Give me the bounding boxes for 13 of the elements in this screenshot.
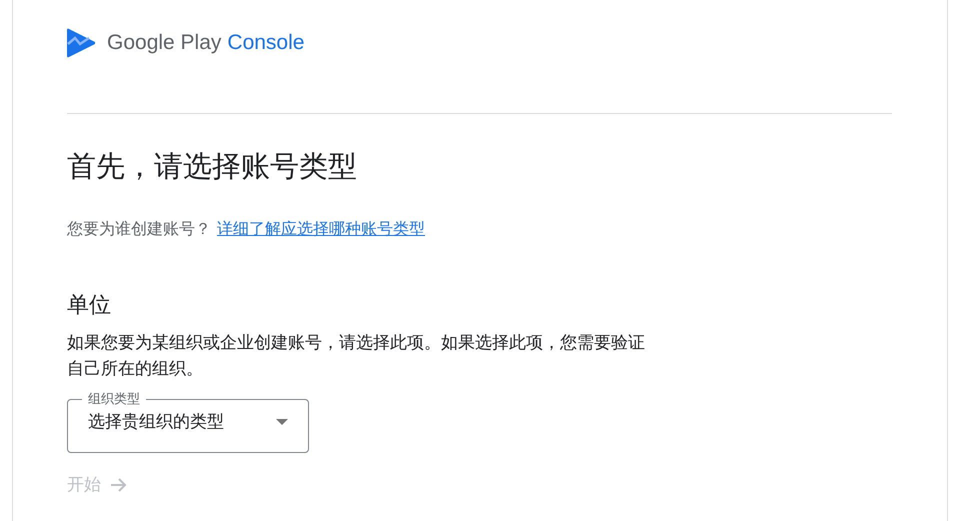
- page-heading: 首先，请选择账号类型: [67, 150, 358, 185]
- intro-question: 您要为谁创建账号？: [67, 220, 211, 240]
- arrow-right-icon: [111, 478, 127, 492]
- learn-more-link[interactable]: 详细了解应选择哪种账号类型: [217, 219, 425, 240]
- select-label: 组织类型: [87, 391, 141, 407]
- logo-brand-text: Google Play: [107, 31, 222, 55]
- dropdown-caret-icon: [276, 418, 288, 424]
- logo-product-text: Console: [227, 31, 304, 55]
- select-placeholder: 选择贵组织的类型: [88, 411, 224, 433]
- section-description: 如果您要为某组织或企业创建账号，请选择此项。如果选择此项，您需要验证自己所在的组织。: [67, 332, 646, 380]
- organization-type-select[interactable]: 组织类型 选择贵组织的类型: [67, 391, 309, 453]
- logo-icon: [67, 27, 97, 59]
- section-title: 单位: [67, 291, 112, 319]
